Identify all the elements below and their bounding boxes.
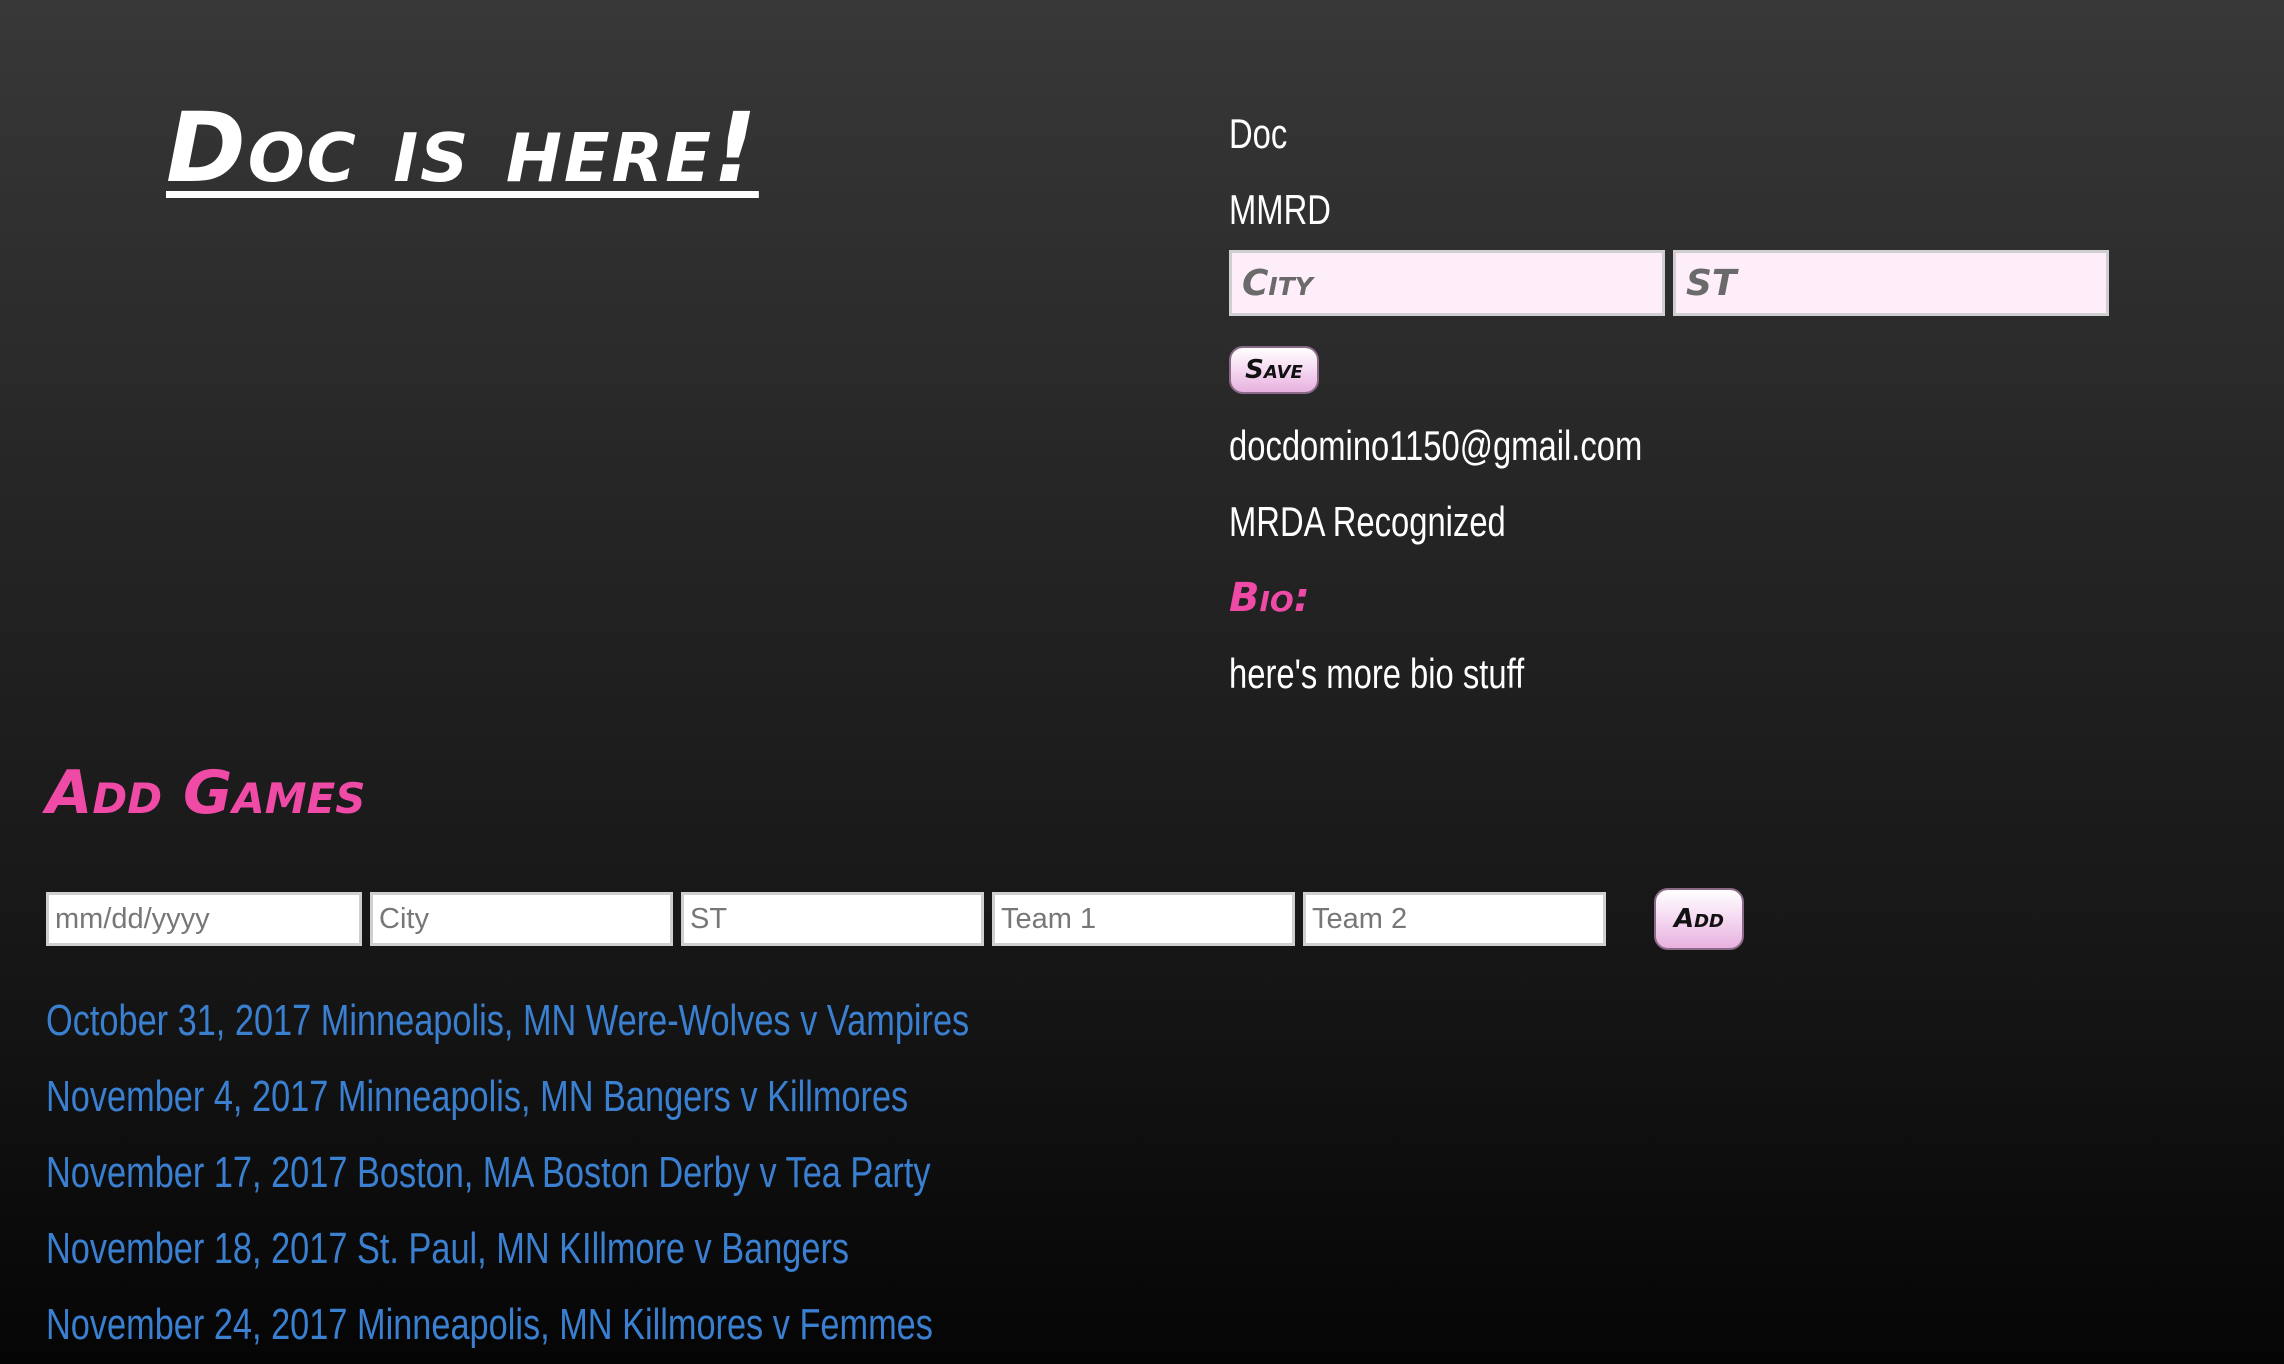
page-title: Doc is here!: [166, 92, 759, 204]
game-list-item[interactable]: November 17, 2017 Boston, MA Boston Derb…: [46, 1135, 1230, 1211]
games-list: October 31, 2017 Minneapolis, MN Were-Wo…: [46, 983, 1230, 1363]
add-game-button[interactable]: Add: [1654, 888, 1744, 950]
profile-name: Doc: [1229, 110, 1288, 157]
profile-panel: Doc MMRD Save docdomino1150@gmail.com MR…: [1229, 96, 2129, 712]
profile-team-row: MMRD: [1229, 172, 2129, 248]
game-city-input[interactable]: [370, 892, 673, 946]
game-link[interactable]: November 4, 2017 Minneapolis, MN Bangers…: [46, 1059, 908, 1135]
game-link[interactable]: November 24, 2017 Minneapolis, MN Killmo…: [46, 1287, 933, 1363]
profile-state-input[interactable]: [1673, 250, 2109, 316]
save-button[interactable]: Save: [1229, 346, 1319, 394]
game-link[interactable]: November 17, 2017 Boston, MA Boston Derb…: [46, 1135, 931, 1211]
game-list-item[interactable]: November 4, 2017 Minneapolis, MN Bangers…: [46, 1059, 1230, 1135]
bio-label: Bio:: [1229, 575, 1310, 621]
game-team1-input[interactable]: [992, 892, 1295, 946]
profile-email: docdomino1150@gmail.com: [1229, 422, 1643, 469]
profile-city-input[interactable]: [1229, 250, 1665, 316]
add-games-title: Add Games: [46, 758, 366, 828]
game-link[interactable]: November 18, 2017 St. Paul, MN KIllmore …: [46, 1211, 849, 1287]
game-list-item[interactable]: October 31, 2017 Minneapolis, MN Were-Wo…: [46, 983, 1230, 1059]
bio-text: here's more bio stuff: [1229, 650, 1525, 697]
profile-status-row: MRDA Recognized: [1229, 484, 2129, 560]
profile-email-row: docdomino1150@gmail.com: [1229, 408, 2129, 484]
profile-team: MMRD: [1229, 186, 1331, 233]
game-list-item[interactable]: November 18, 2017 St. Paul, MN KIllmore …: [46, 1211, 1230, 1287]
bio-text-row: here's more bio stuff: [1229, 636, 2129, 712]
location-form: [1229, 250, 2129, 316]
add-game-form: Add: [46, 888, 1744, 950]
profile-name-row: Doc: [1229, 96, 2129, 172]
game-link[interactable]: October 31, 2017 Minneapolis, MN Were-Wo…: [46, 983, 969, 1059]
game-date-input[interactable]: [46, 892, 362, 946]
game-team2-input[interactable]: [1303, 892, 1606, 946]
profile-status: MRDA Recognized: [1229, 498, 1506, 545]
game-state-input[interactable]: [681, 892, 984, 946]
game-list-item[interactable]: November 24, 2017 Minneapolis, MN Killmo…: [46, 1287, 1230, 1363]
